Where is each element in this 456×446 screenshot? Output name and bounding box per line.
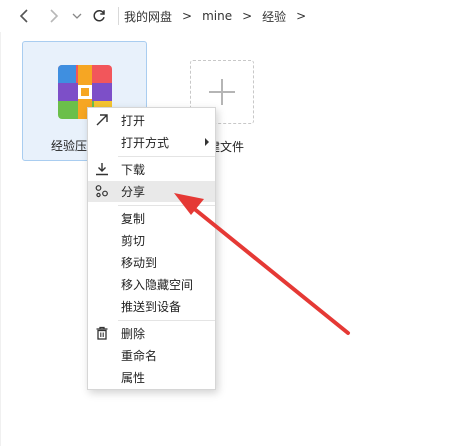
file-name: 经验压 — [51, 139, 88, 153]
share-icon — [94, 183, 110, 199]
menu-item-label: 重命名 — [121, 349, 158, 363]
menu-item-delete[interactable]: 删除 — [88, 323, 215, 344]
menu-item-download[interactable]: 下载 — [88, 159, 215, 180]
menu-item-label: 下载 — [121, 163, 146, 177]
forward-button[interactable] — [42, 5, 64, 27]
menu-item-label: 属性 — [121, 371, 146, 385]
refresh-icon — [93, 10, 105, 22]
menu-item-cut[interactable]: 剪切 — [88, 230, 215, 251]
chevron-down-icon — [72, 13, 82, 19]
menu-divider — [118, 205, 215, 206]
chevron-right-icon — [50, 9, 59, 23]
menu-divider — [118, 156, 215, 157]
menu-item-label: 打开 — [121, 114, 146, 128]
menu-item-label: 复制 — [121, 212, 146, 226]
menu-item-properties[interactable]: 属性 — [88, 367, 215, 388]
toolbar-divider — [118, 7, 119, 25]
menu-item-label: 推送到设备 — [121, 300, 182, 314]
menu-item-copy[interactable]: 复制 — [88, 208, 215, 229]
open-arrow-icon — [94, 112, 110, 128]
back-button[interactable] — [14, 5, 36, 27]
menu-item-move-to-hidden-space[interactable]: 移入隐藏空间 — [88, 274, 215, 295]
menu-item-open[interactable]: 打开 — [88, 110, 215, 131]
menu-item-label: 打开方式 — [121, 136, 170, 150]
download-icon — [94, 161, 110, 177]
menu-item-rename[interactable]: 重命名 — [88, 345, 215, 366]
menu-item-share[interactable]: 分享 — [88, 181, 215, 202]
chevron-left-icon — [19, 9, 28, 23]
navigation-bar: 我的网盘 > mine > 经验 > — [0, 0, 456, 32]
menu-item-open-with[interactable]: 打开方式 — [88, 132, 215, 153]
menu-item-label: 移动到 — [121, 256, 158, 270]
breadcrumb-item[interactable]: 经验 — [258, 8, 290, 25]
menu-item-label: 分享 — [121, 185, 146, 199]
breadcrumb-separator: > — [182, 9, 193, 23]
context-menu: 打开 打开方式 下载 分享 复制 剪切 移动到 移入隐藏空间 推送到设备 删除 … — [87, 107, 216, 390]
breadcrumb-item[interactable]: mine — [198, 9, 236, 23]
menu-item-label: 删除 — [121, 327, 146, 341]
trash-icon — [94, 325, 110, 341]
menu-item-label: 移入隐藏空间 — [121, 278, 194, 292]
breadcrumb-item[interactable]: 我的网盘 — [120, 8, 176, 25]
breadcrumb-separator: > — [296, 9, 307, 23]
dropdown-button[interactable] — [66, 5, 88, 27]
menu-item-push-to-device[interactable]: 推送到设备 — [88, 296, 215, 317]
breadcrumb: 我的网盘 > mine > 经验 > — [120, 0, 312, 32]
menu-divider — [118, 320, 215, 321]
breadcrumb-separator: > — [242, 9, 253, 23]
plus-icon — [209, 79, 235, 105]
menu-item-label: 剪切 — [121, 234, 146, 248]
menu-item-move-to[interactable]: 移动到 — [88, 252, 215, 273]
refresh-button[interactable] — [88, 5, 110, 27]
submenu-arrow-icon — [205, 138, 209, 146]
